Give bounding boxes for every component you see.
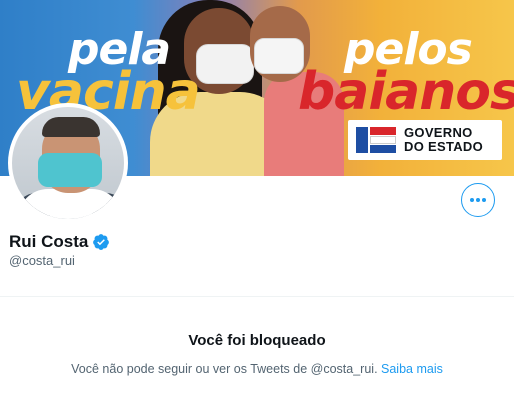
government-line2: DO ESTADO [404, 139, 484, 154]
bahia-flag-icon [356, 127, 396, 153]
government-logo: GOVERNO DO ESTADO [348, 120, 502, 160]
blocked-title: Você foi bloqueado [188, 332, 326, 349]
display-name: Rui Costa [9, 232, 89, 251]
profile-name-row: Rui Costa [9, 232, 110, 252]
section-divider [0, 296, 514, 297]
banner-woman-mask [196, 44, 254, 84]
blocked-description: Você não pode seguir ou ver os Tweets de… [71, 362, 382, 376]
learn-more-link[interactable]: Saiba mais [381, 362, 443, 376]
banner-text-baianos: baianos [298, 62, 514, 122]
more-horizontal-icon [470, 198, 486, 202]
profile-handle: @costa_rui [9, 253, 75, 268]
avatar-mask [38, 153, 102, 187]
banner-child-mask [254, 38, 304, 74]
avatar-hashtag: #USEMÁSCARA [26, 203, 110, 214]
blocked-description-row: Você não pode seguir ou ver os Tweets de… [0, 362, 514, 376]
avatar-hair [42, 117, 100, 137]
more-options-button[interactable] [461, 183, 495, 217]
avatar[interactable]: #USEMÁSCARA [8, 103, 128, 223]
government-line1: GOVERNO [404, 125, 473, 140]
verified-badge-icon [93, 234, 110, 250]
